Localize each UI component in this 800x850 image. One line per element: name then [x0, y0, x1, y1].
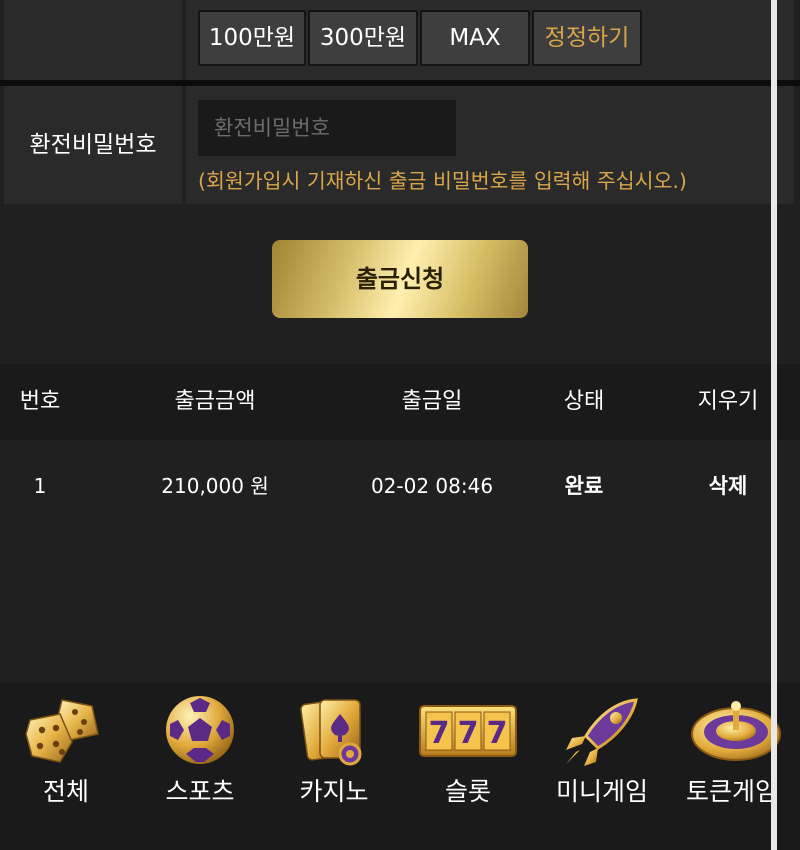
- withdraw-password-input[interactable]: [198, 100, 456, 156]
- nav-label-minigame: 미니게임: [555, 777, 648, 806]
- password-label-cell: 환전비밀번호: [4, 86, 182, 204]
- slot-777-icon: 7 7 7: [419, 705, 517, 757]
- nav-item-slot[interactable]: 7 7 7 슬롯: [402, 682, 534, 850]
- svg-text:7: 7: [487, 716, 508, 751]
- svg-text:7: 7: [458, 716, 479, 751]
- svg-text:7: 7: [429, 716, 450, 751]
- password-row: 환전비밀번호 (회원가입시 기재하신 출금 비밀번호를 입력해 주십시오.): [0, 86, 800, 204]
- nav-label-slot: 슬롯: [444, 777, 491, 806]
- soccer-ball-icon: [166, 696, 234, 764]
- header-date: 출금일: [401, 389, 463, 414]
- header-amount: 출금금액: [174, 389, 256, 414]
- amount-100-button[interactable]: 100만원: [198, 10, 306, 66]
- scrollbar[interactable]: [771, 0, 777, 850]
- nav-label-sports: 스포츠: [165, 777, 235, 806]
- password-note: (회원가입시 기재하신 출금 비밀번호를 입력해 주십시오.): [198, 169, 687, 193]
- row-date: 02-02 08:46: [370, 474, 494, 498]
- dice-icon: [25, 699, 99, 763]
- header-status: 상태: [563, 389, 605, 414]
- nav-label-token-game: 토큰게임: [685, 777, 778, 806]
- amount-buttons-cell: 100만원 300만원 MAX 정정하기: [186, 0, 794, 80]
- nav-label-all: 전체: [42, 777, 89, 806]
- nav-item-sports[interactable]: 스포츠: [134, 682, 266, 850]
- withdraw-table-header: 번호 출금금액 출금일 상태 지우기: [0, 364, 800, 440]
- row-amount: 210,000 원: [161, 474, 269, 498]
- bottom-nav: 전체 스포츠 카지노 7 7 7 슬롯 미니게임 토큰게임: [0, 682, 800, 850]
- nav-item-token-game[interactable]: 토큰게임: [666, 682, 798, 850]
- amount-row: 100만원 300만원 MAX 정정하기: [0, 0, 800, 84]
- playing-cards-icon: [300, 699, 362, 766]
- header-delete: 지우기: [697, 389, 759, 414]
- nav-item-all[interactable]: 전체: [0, 682, 132, 850]
- password-label: 환전비밀번호: [29, 132, 157, 158]
- amount-label-cell: [4, 0, 182, 80]
- nav-label-casino: 카지노: [299, 777, 369, 806]
- password-input-cell: (회원가입시 기재하신 출금 비밀번호를 입력해 주십시오.): [186, 86, 794, 204]
- amount-max-button[interactable]: MAX: [420, 10, 530, 66]
- row-status: 완료: [564, 474, 604, 498]
- rocket-icon: [566, 698, 638, 766]
- nav-item-minigame[interactable]: 미니게임: [536, 682, 668, 850]
- nav-item-casino[interactable]: 카지노: [268, 682, 400, 850]
- amount-300-button[interactable]: 300만원: [308, 10, 418, 66]
- row-no: 1: [33, 474, 47, 498]
- delete-button[interactable]: 삭제: [678, 458, 778, 514]
- amount-reset-button[interactable]: 정정하기: [532, 10, 642, 66]
- withdraw-submit-button[interactable]: 출금신청: [272, 240, 528, 318]
- roulette-icon: [691, 701, 781, 761]
- header-no: 번호: [19, 389, 61, 414]
